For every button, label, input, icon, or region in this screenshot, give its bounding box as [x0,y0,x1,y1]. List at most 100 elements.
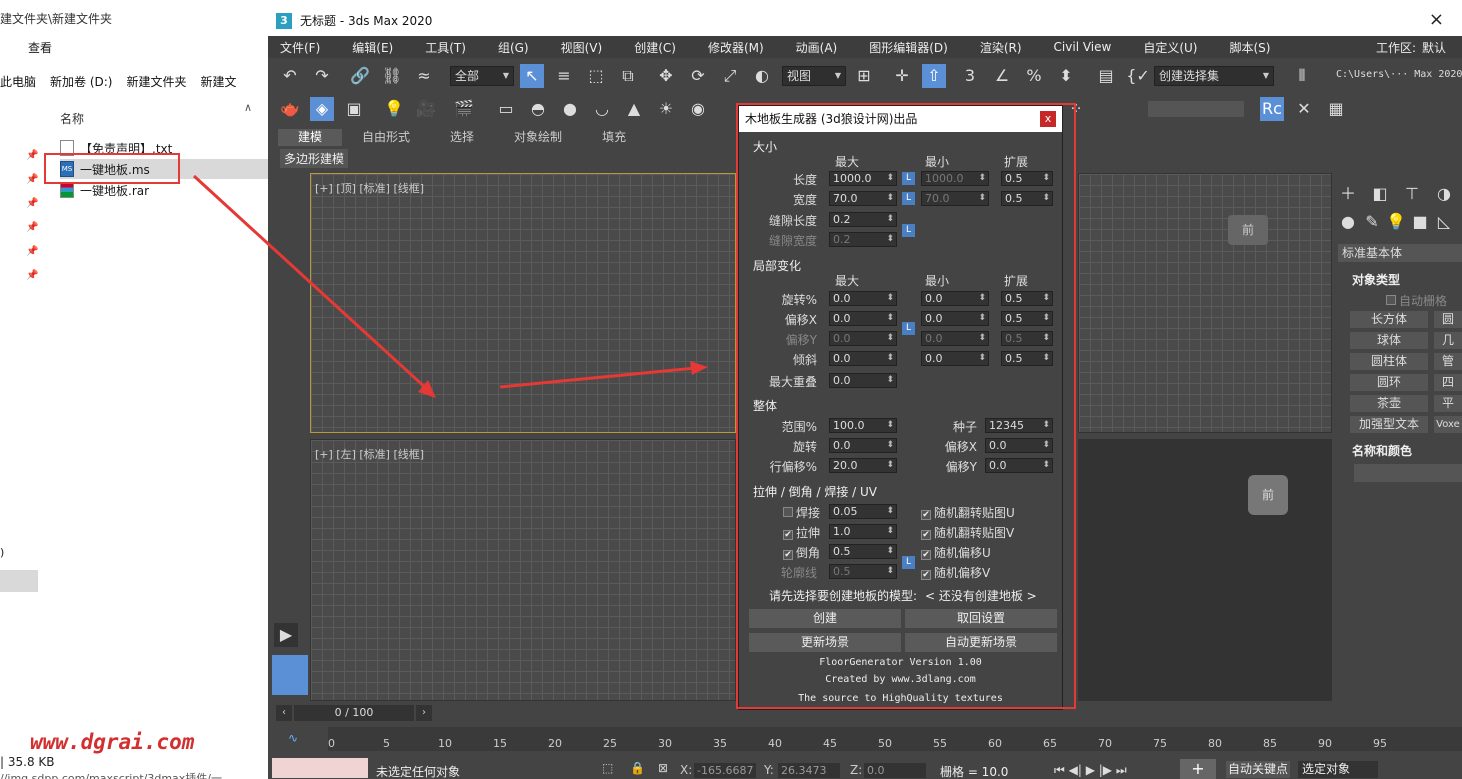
hierarchy-icon[interactable]: ⊤ [1400,182,1424,206]
playback-controls[interactable]: ⏮ ◀| ▶ |▶ ⏭ [1054,763,1127,778]
crumb-folder[interactable]: 新建文件夹 [126,75,186,89]
prev-frame-button[interactable]: ‹ [276,705,292,721]
view-tab[interactable]: 查看 [28,39,52,56]
render-setup-icon[interactable]: ◈ [310,97,334,121]
plane-icon[interactable]: ▭ [494,97,518,121]
shapes-icon[interactable]: ✎ [1360,210,1384,234]
viewport-top[interactable]: [+] [顶] [标准] [线框] [310,173,736,433]
pivot-icon[interactable]: ⊞ [852,64,876,88]
cylinder-button[interactable]: 圆柱体 [1350,353,1428,370]
spinner-snap-icon[interactable]: ⬍ [1054,64,1078,88]
pyramid-button[interactable]: 四 [1434,374,1462,391]
window-crossing-icon[interactable]: ⧉ [616,64,640,88]
box-button[interactable]: 长方体 [1350,311,1428,328]
cone-button[interactable]: 圆 [1434,311,1462,328]
viewport-layout-icon[interactable] [272,655,308,695]
menu-edit[interactable]: 编辑(E) [352,39,393,56]
helpers-icon[interactable]: ◺ [1432,210,1456,234]
angle-snap-icon[interactable]: ∠ [990,64,1014,88]
menu-create[interactable]: 创建(C) [634,39,676,56]
table-icon[interactable]: ▦ [1324,97,1348,121]
torus-button[interactable]: 圆环 [1350,374,1428,391]
render-frame-icon[interactable]: ▣ [342,97,366,121]
bowl-icon[interactable]: ◡ [590,97,614,121]
named-selection-icon[interactable]: {✓ [1126,64,1150,88]
z-coordinate[interactable]: 0.0 [864,763,926,778]
y-coordinate[interactable]: 26.3473 [778,763,840,778]
create-icon[interactable]: ＋ [1336,182,1360,206]
cameras-icon[interactable]: ■ [1408,210,1432,234]
teapot-icon[interactable]: 🫖 [278,97,302,121]
selected-dropdown[interactable]: 选定对象 [1298,761,1378,778]
lock-selection-icon[interactable]: ⬚ [602,761,613,775]
light-icon[interactable]: 💡 [382,97,406,121]
sphere-button[interactable]: 球体 [1350,332,1428,349]
geosphere-button[interactable]: 几 [1434,332,1462,349]
teapot-button[interactable]: 茶壶 [1350,395,1428,412]
keyboard-shortcut-icon[interactable]: ⇧ [922,64,946,88]
viewcube-persp[interactable]: 前 [1248,475,1288,515]
tube-button[interactable]: 管 [1434,353,1462,370]
viewcube[interactable]: 前 [1228,215,1268,245]
named-selection-dropdown[interactable]: 创建选择集 [1154,66,1274,86]
disc-icon[interactable]: ◉ [686,97,710,121]
play-icon[interactable]: ▶ [274,623,298,647]
viewport-label[interactable]: [+] [顶] [标准] [线框] [315,180,424,196]
snap-toggle-icon[interactable]: 3 [958,64,982,88]
link-icon[interactable]: 🔗 [348,64,372,88]
viewport-left[interactable]: [+] [左] [标准] [线框] [310,439,736,701]
bind-space-warp-icon[interactable]: ≈ [412,64,436,88]
rotate-icon[interactable]: ⟳ [686,64,710,88]
edit-named-sets-icon[interactable]: ▤ [1094,64,1118,88]
tab-populate[interactable]: 填充 [582,129,646,146]
window-close-button[interactable]: × [1429,9,1444,30]
undo-icon[interactable]: ↶ [278,64,302,88]
category-dropdown[interactable]: 标准基本体 [1338,244,1462,262]
select-manipulate-icon[interactable]: ✛ [890,64,914,88]
menu-tools[interactable]: 工具(T) [425,39,466,56]
unlink-icon[interactable]: ⛓ [380,64,404,88]
select-object-icon[interactable]: ↖ [520,64,544,88]
viewport-perspective[interactable] [1078,439,1332,701]
geometry-icon[interactable]: ● [1336,210,1360,234]
tab-freeform[interactable]: 自由形式 [342,129,430,146]
film-icon[interactable]: 🎬 [452,97,476,121]
plane-button[interactable]: 平 [1434,395,1462,412]
modify-icon[interactable]: ◧ [1368,182,1392,206]
crumb-subfolder[interactable]: 新建文 [201,75,237,89]
curve-editor-icon[interactable]: ∿ [288,731,298,745]
timeline-ruler[interactable]: 0 5 10 15 20 25 30 35 40 45 50 55 60 65 70 75 80 85 90 95 [328,727,1462,751]
breadcrumb[interactable]: 此电脑 新加卷 (D:) 新建文件夹 新建文 [0,73,251,90]
sun-icon[interactable]: ☀ [654,97,678,121]
autogrid-checkbox[interactable]: 自动栅格 [1386,292,1447,309]
crumb-this-pc[interactable]: 此电脑 [0,75,36,89]
tab-selection[interactable]: 选择 [430,129,494,146]
selection-filter-dropdown[interactable]: 全部 [450,66,514,86]
tools-icon[interactable]: ✕ [1292,97,1316,121]
menu-modifiers[interactable]: 修改器(M) [708,39,764,56]
menu-rendering[interactable]: 渲染(R) [980,39,1022,56]
cone-icon[interactable]: ▲ [622,97,646,121]
voxel-button[interactable]: Voxe [1434,416,1462,433]
move-icon[interactable]: ✥ [654,64,678,88]
recap-icon[interactable]: Rc [1260,97,1284,121]
viewport-label[interactable]: [+] [左] [标准] [线框] [315,446,424,462]
menu-scripting[interactable]: 脚本(S) [1229,39,1270,56]
column-header-name[interactable]: 名称 [60,110,84,127]
tab-object-paint[interactable]: 对象绘制 [494,129,582,146]
sort-up-icon[interactable]: ∧ [244,101,252,114]
absolute-mode-icon[interactable]: ⊠ [658,761,668,775]
menu-group[interactable]: 组(G) [498,39,529,56]
object-name-field[interactable] [1354,464,1462,482]
next-frame-button[interactable]: › [416,705,432,721]
workspace-dropdown[interactable]: 默认 [1418,39,1462,56]
menu-view[interactable]: 视图(V) [561,39,603,56]
menu-animation[interactable]: 动画(A) [796,39,838,56]
auto-key-button[interactable]: 自动关键点 [1226,761,1290,778]
scale-icon[interactable]: ⤢ [718,64,742,88]
object-type-rollout[interactable]: 对象类型 [1352,271,1400,288]
menu-graph-editors[interactable]: 图形编辑器(D) [869,39,948,56]
dome-icon[interactable]: ◓ [526,97,550,121]
reference-coord-dropdown[interactable]: 视图 [782,66,846,86]
project-path[interactable]: C:\Users\··· Max 2020 [1336,69,1462,80]
